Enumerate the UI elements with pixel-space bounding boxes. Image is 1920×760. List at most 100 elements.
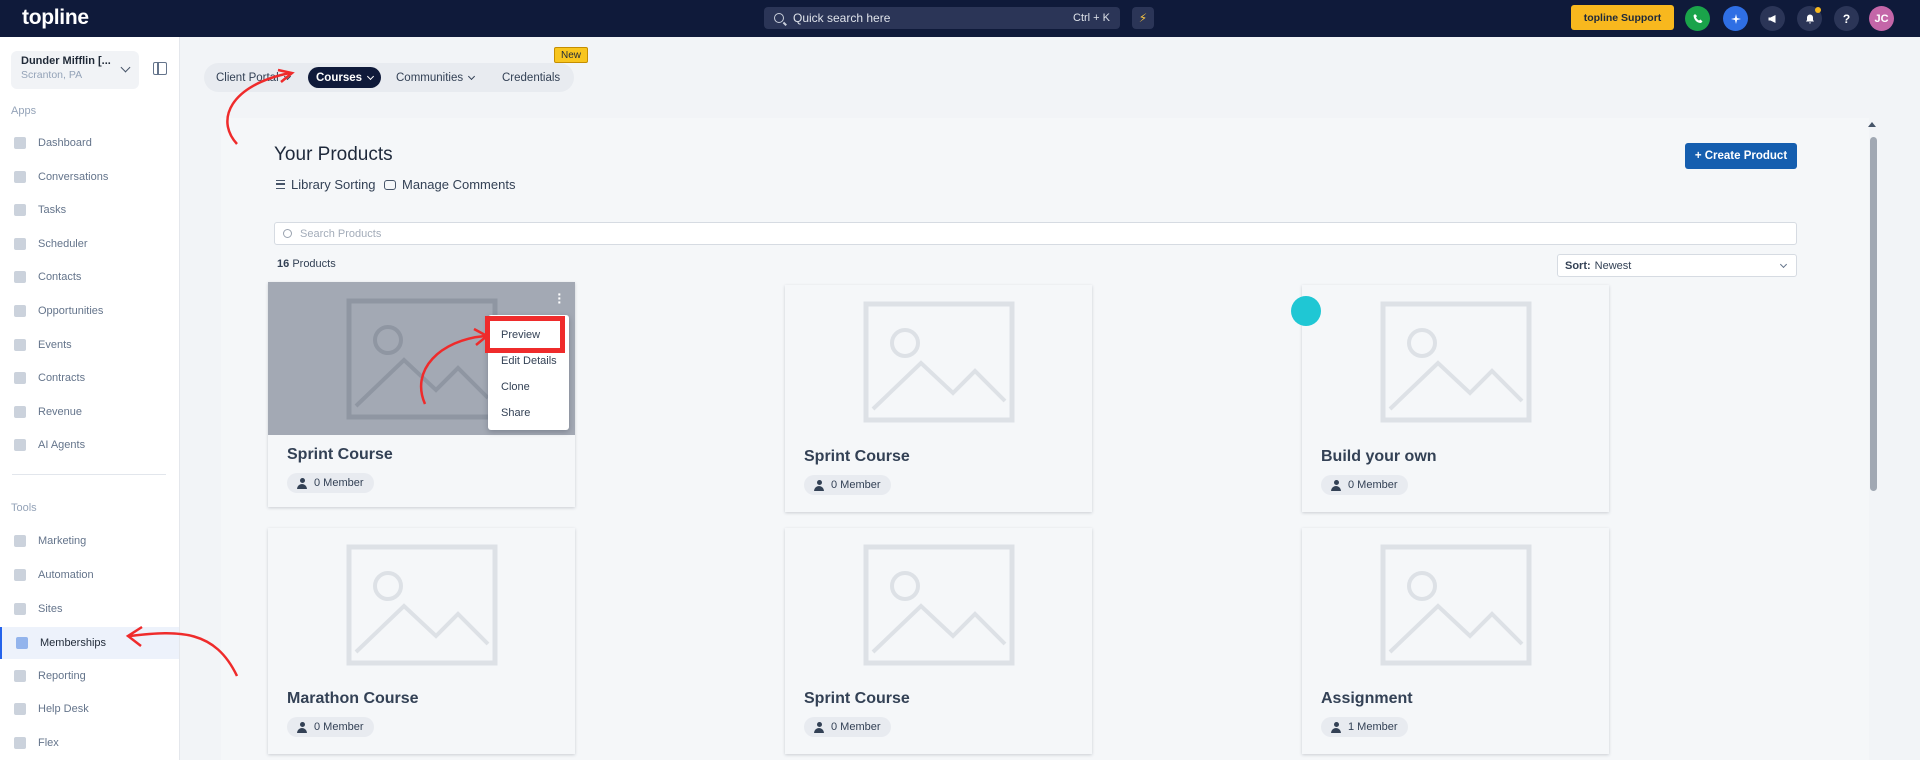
menu-item-clone[interactable]: Clone (501, 381, 530, 393)
tab-label: Courses (316, 71, 363, 84)
sidebar-item-tasks[interactable]: Tasks (0, 197, 179, 223)
lightning-icon[interactable]: ⚡ (1132, 7, 1154, 29)
sidebar-item-conversations[interactable]: Conversations (0, 164, 179, 190)
account-location: Scranton, PA (21, 69, 83, 81)
sidebar-item-help-desk[interactable]: Help Desk (0, 696, 179, 722)
gear-icon (14, 569, 26, 581)
tab-client-portal[interactable]: Client Portal (216, 67, 291, 88)
person-icon (297, 721, 307, 733)
account-switcher[interactable]: Dunder Mifflin [... Scranton, PA (11, 51, 139, 89)
cursor-indicator (1291, 296, 1321, 326)
bell-icon[interactable] (1797, 6, 1822, 31)
chevron-down-icon (283, 72, 291, 80)
product-count: 16 Products (277, 258, 336, 270)
product-count-label: Products (292, 258, 336, 270)
sidebar-item-label: Opportunities (38, 305, 104, 317)
dashboard-icon (14, 137, 26, 149)
product-thumbnail (1302, 528, 1609, 681)
conversations-icon (14, 171, 26, 183)
pie-chart-icon (14, 670, 26, 682)
tab-communities[interactable]: Communities (396, 67, 476, 88)
member-count-label: 1 Member (1348, 721, 1398, 733)
app-logo[interactable]: topline (22, 6, 89, 30)
tab-credentials[interactable]: Credentials (502, 67, 560, 88)
product-name: Build your own (1321, 448, 1437, 465)
tab-courses[interactable]: Courses (308, 67, 382, 88)
member-count-label: 0 Member (314, 477, 364, 489)
menu-item-share[interactable]: Share (501, 407, 530, 419)
sidebar-item-label: Contacts (38, 271, 82, 283)
credit-card-icon (14, 406, 26, 418)
member-count-label: 0 Member (314, 721, 364, 733)
sidebar-item-memberships[interactable]: Memberships (0, 627, 179, 659)
tab-label: Credentials (502, 71, 561, 84)
sidebar-divider (12, 474, 166, 475)
sidebar-item-label: Automation (38, 569, 94, 581)
product-card[interactable]: Assignment 1 Member (1302, 528, 1609, 754)
page-title: Your Products (274, 144, 393, 165)
product-count-number: 16 (277, 258, 290, 270)
image-placeholder-icon (863, 544, 1014, 665)
collapse-sidebar-icon[interactable] (153, 62, 167, 75)
sidebar-item-label: Events (38, 339, 72, 351)
sidebar-item-ai-agents[interactable]: AI Agents (0, 432, 179, 458)
sidebar-item-label: AI Agents (38, 439, 86, 451)
apps-section-title: Apps (11, 105, 37, 117)
sidebar-item-events[interactable]: Events (0, 332, 179, 358)
support-button[interactable]: topline Support (1571, 5, 1674, 30)
user-avatar[interactable]: JC (1869, 6, 1894, 31)
tools-section-title: Tools (11, 502, 37, 514)
scrollbar-thumb[interactable] (1870, 137, 1877, 491)
sidebar-item-label: Flex (38, 737, 59, 749)
product-card[interactable]: Sprint Course 0 Member (785, 285, 1092, 512)
image-placeholder-icon (1380, 301, 1531, 422)
sidebar-item-marketing[interactable]: Marketing (0, 528, 179, 554)
library-sorting-link[interactable]: Library Sorting (276, 177, 376, 192)
sidebar-item-reporting[interactable]: Reporting (0, 663, 179, 689)
sidebar-item-label: Sites (38, 603, 63, 615)
sidebar-item-automation[interactable]: Automation (0, 562, 179, 588)
section-tabs: Client Portal Courses Communities Creden… (204, 63, 574, 92)
calendar-icon (14, 238, 26, 250)
sidebar-item-flex[interactable]: Flex (0, 730, 179, 756)
scroll-up-arrow[interactable] (1868, 122, 1876, 127)
sparkle-icon[interactable] (1723, 6, 1748, 31)
comment-icon (384, 179, 396, 190)
top-bar: topline Quick search here Ctrl + K ⚡ top… (0, 0, 1920, 37)
menu-item-edit-details[interactable]: Edit Details (501, 355, 557, 367)
sort-select[interactable]: Sort: Newest (1557, 254, 1797, 277)
phone-icon[interactable] (1685, 6, 1710, 31)
product-name: Sprint Course (804, 690, 910, 707)
more-options-icon[interactable]: · · · (557, 287, 562, 309)
product-name: Sprint Course (287, 446, 393, 463)
manage-comments-link[interactable]: Manage Comments (384, 177, 515, 192)
sidebar-item-opportunities[interactable]: Opportunities (0, 298, 179, 324)
image-placeholder-icon (346, 544, 497, 665)
sidebar-item-contacts[interactable]: Contacts (0, 264, 179, 290)
events-icon (14, 339, 26, 351)
sidebar-item-dashboard[interactable]: Dashboard (0, 130, 179, 156)
create-product-button[interactable]: + Create Product (1685, 143, 1797, 169)
new-badge: New (554, 47, 588, 63)
megaphone-icon[interactable] (1760, 6, 1785, 31)
quick-search[interactable]: Quick search here Ctrl + K (764, 7, 1120, 29)
product-name: Marathon Course (287, 690, 419, 707)
quick-search-placeholder: Quick search here (793, 11, 891, 25)
highlight-box (485, 316, 565, 353)
product-card[interactable]: Marathon Course 0 Member (268, 528, 575, 754)
search-products-input[interactable]: Search Products (274, 222, 1797, 245)
chevron-down-icon (468, 72, 476, 80)
list-icon (276, 180, 285, 189)
help-icon[interactable]: ? (1834, 6, 1859, 31)
product-card[interactable]: Build your own 0 Member (1302, 285, 1609, 512)
sidebar-item-label: Revenue (38, 406, 83, 418)
sidebar-item-sites[interactable]: Sites (0, 596, 179, 622)
sidebar-item-revenue[interactable]: Revenue (0, 399, 179, 425)
sidebar-item-scheduler[interactable]: Scheduler (0, 231, 179, 257)
users-icon (16, 637, 28, 649)
sidebar-item-label: Conversations (38, 171, 109, 183)
sidebar-item-contracts[interactable]: Contracts (0, 365, 179, 391)
megaphone-icon (14, 535, 26, 547)
sidebar-item-label: Tasks (38, 204, 67, 216)
product-card[interactable]: Sprint Course 0 Member (785, 528, 1092, 754)
